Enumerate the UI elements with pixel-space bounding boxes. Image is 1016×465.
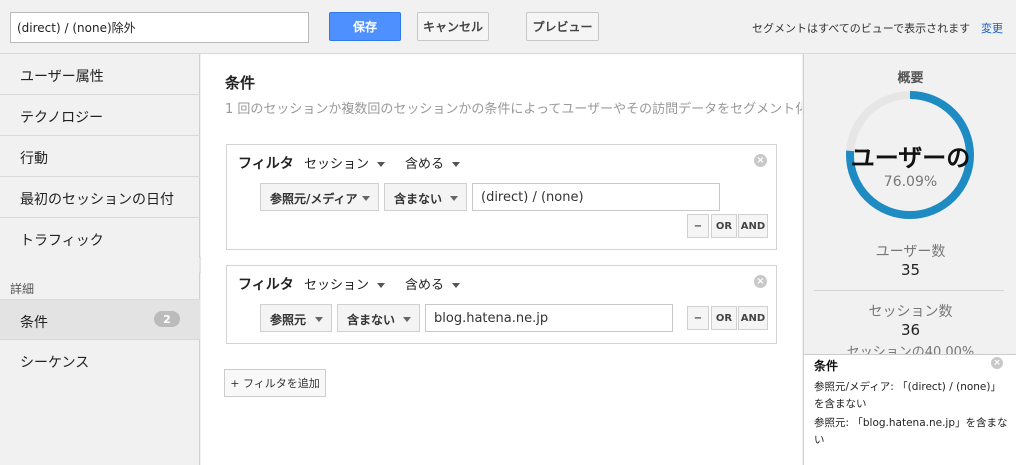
filter-include-dropdown[interactable]: 含める (405, 153, 461, 172)
cancel-button[interactable]: キャンセル (417, 12, 489, 41)
remove-condition-button[interactable]: − (687, 306, 709, 330)
chevron-down-icon (450, 196, 458, 201)
sidebar-item-label: 行動 (20, 151, 48, 167)
chevron-down-icon (452, 162, 461, 167)
sidebar-item-label: 最初のセッションの日付 (20, 192, 174, 208)
and-button[interactable]: AND (738, 214, 768, 238)
filter-include-value: 含める (405, 157, 445, 172)
filter-scope-dropdown[interactable]: セッション (304, 274, 386, 293)
chevron-down-icon (403, 317, 411, 322)
condition-value-input[interactable] (472, 183, 720, 211)
chevron-down-icon (452, 283, 461, 288)
summary-title: 概要 (897, 71, 924, 86)
sidebar-item-conditions[interactable]: 条件 2 (0, 299, 200, 340)
tooltip-condition-2: 参照元: 「blog.hatena.ne.jp」を含まない (814, 417, 1008, 446)
tooltip-title: 条件 (814, 359, 839, 373)
chevron-down-icon (377, 162, 386, 167)
filter-scope-dropdown[interactable]: セッション (304, 153, 386, 172)
sidebar-item-label: シーケンス (20, 355, 90, 371)
visibility-note: セグメントはすべてのビューで表示されます (752, 22, 971, 35)
sidebar-section-advanced: 詳細 (10, 282, 35, 296)
filter-label: フィルタ (238, 277, 294, 293)
filter-scope-value: セッション (304, 278, 370, 293)
conditions-count-badge: 2 (154, 311, 180, 327)
operator-select-value: 含まない (347, 313, 396, 327)
donut-label: ユーザーの (850, 144, 971, 172)
condition-value-input[interactable] (425, 304, 673, 332)
close-icon[interactable]: × (991, 357, 1003, 369)
chevron-down-icon (362, 196, 370, 201)
sidebar-item-label: テクノロジー (20, 110, 104, 126)
segment-editor-toolbar: 保存 キャンセル プレビュー セグメントはすべてのビューで表示されます 変更 (0, 0, 1016, 54)
segment-category-sidebar: ユーザー属性 テクノロジー 行動 最初のセッションの日付 トラフィック 詳細 条… (0, 54, 200, 465)
operator-select-value: 含まない (394, 192, 443, 206)
chevron-down-icon (315, 317, 323, 322)
filter-label: フィルタ (238, 156, 294, 172)
operator-select[interactable]: 含まない (384, 183, 467, 211)
preview-button[interactable]: プレビュー (526, 12, 599, 41)
dimension-select[interactable]: 参照元 (260, 304, 332, 332)
and-button[interactable]: AND (738, 306, 768, 330)
or-button[interactable]: OR (711, 214, 737, 238)
filter-include-dropdown[interactable]: 含める (405, 274, 461, 293)
sidebar-item-label: トラフィック (20, 233, 104, 249)
conditions-panel: 条件 1 回のセッションか複数回のセッションかの条件によってユーザーやその訪問デ… (201, 54, 802, 465)
dimension-select-value: 参照元/メディア (270, 192, 358, 206)
remove-filter-icon[interactable]: × (754, 154, 767, 167)
sidebar-item-technology[interactable]: テクノロジー (0, 95, 200, 136)
sidebar-item-behavior[interactable]: 行動 (0, 136, 200, 177)
sessions-label: セッション数 (868, 304, 953, 320)
conditions-description: 1 回のセッションか複数回のセッションかの条件によってユーザーやその訪問データを… (225, 102, 802, 117)
sidebar-item-traffic-sources[interactable]: トラフィック (0, 218, 200, 259)
save-button[interactable]: 保存 (329, 12, 401, 41)
divider (814, 290, 1004, 291)
segment-name-input[interactable] (10, 12, 309, 43)
filter-include-value: 含める (405, 278, 445, 293)
page-title: 条件 (225, 74, 256, 92)
sidebar-item-label: 条件 (20, 315, 48, 331)
sidebar-item-sequences[interactable]: シーケンス (0, 340, 200, 381)
dimension-select[interactable]: 参照元/メディア (260, 183, 379, 211)
tooltip-condition-1: 参照元/メディア: 「(direct) / (none)」を含まない (814, 381, 1001, 410)
dimension-select-value: 参照元 (270, 313, 307, 327)
segment-summary-panel: 概要 ユーザーの 76.09% ユーザー数 35 セッション数 36 セッション… (803, 54, 1016, 465)
users-label: ユーザー数 (875, 244, 946, 260)
chevron-down-icon (377, 283, 386, 288)
filter-block: フィルタ セッション 含める × 参照元 含まない − OR AND (226, 265, 777, 344)
sidebar-item-date-of-first-session[interactable]: 最初のセッションの日付 (0, 177, 200, 218)
sidebar-item-label: ユーザー属性 (20, 69, 104, 85)
filter-scope-value: セッション (304, 157, 370, 172)
filter-block: フィルタ セッション 含める × 参照元/メディア 含まない − OR AND (226, 144, 777, 250)
users-value: 35 (900, 261, 921, 279)
remove-condition-button[interactable]: − (687, 214, 709, 238)
sessions-value: 36 (900, 321, 921, 339)
operator-select[interactable]: 含まない (337, 304, 420, 332)
conditions-tooltip: 条件 × 参照元/メディア: 「(direct) / (none)」を含まない … (804, 354, 1016, 465)
or-button[interactable]: OR (711, 306, 737, 330)
add-filter-button[interactable]: + フィルタを追加 (224, 369, 326, 397)
donut-percent: 76.09% (883, 174, 938, 190)
sidebar-item-demographics[interactable]: ユーザー属性 (0, 54, 200, 95)
change-visibility-link[interactable]: 変更 (981, 20, 1003, 36)
remove-filter-icon[interactable]: × (754, 275, 767, 288)
